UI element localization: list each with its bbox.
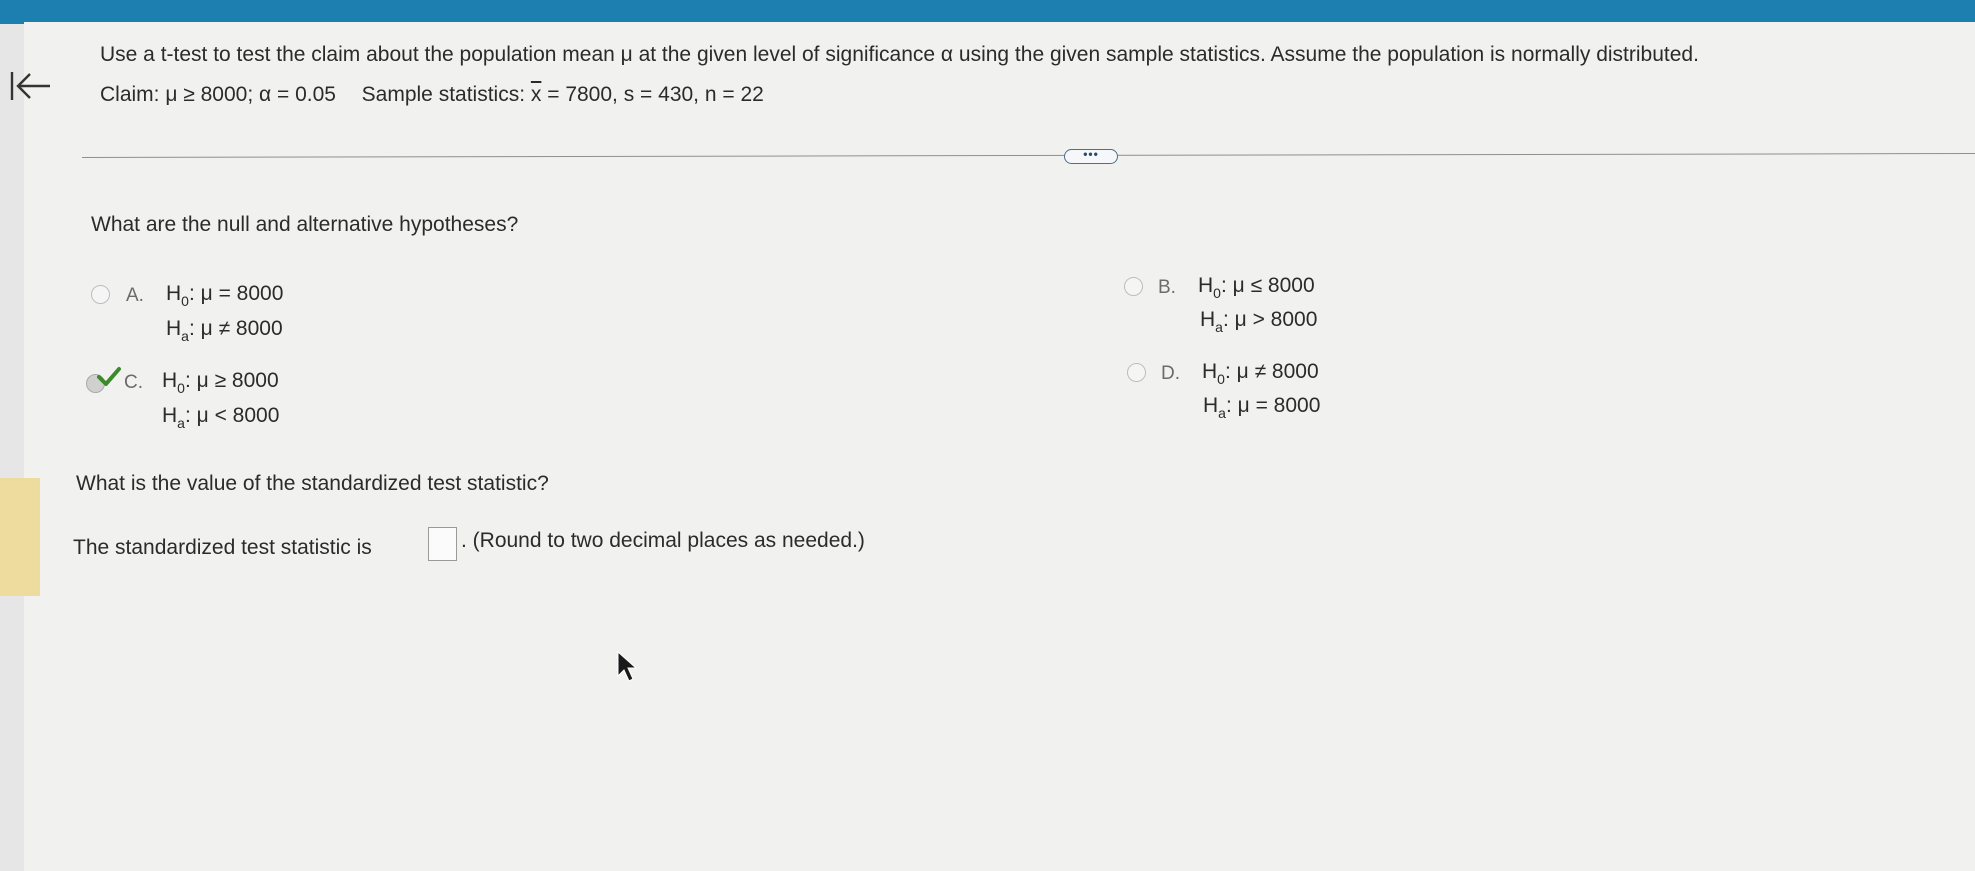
radio-option-b[interactable] [1124, 277, 1143, 296]
mouse-pointer-icon [617, 650, 638, 682]
option-d-null-hypothesis[interactable]: H0: μ ≠ 8000 [1202, 361, 1319, 386]
option-b-alt-hypothesis[interactable]: Ha: μ > 8000 [1200, 309, 1317, 334]
option-c-null-hypothesis[interactable]: H0: μ ≥ 8000 [162, 370, 279, 395]
radio-option-d[interactable] [1127, 363, 1146, 382]
option-a-alt-hypothesis[interactable]: Ha: μ ≠ 8000 [166, 318, 283, 343]
xbar-symbol: x [530, 83, 542, 106]
option-c-alt-hypothesis[interactable]: Ha: μ < 8000 [162, 405, 279, 430]
sample-statistics-label: Sample statistics: [361, 83, 531, 106]
question-panel [24, 22, 1975, 871]
question-instructions: Use a t-test to test the claim about the… [100, 43, 1699, 66]
checkmark-icon [97, 367, 121, 386]
answer-prefix: The standardized test statistic is [73, 536, 372, 559]
option-d-alt-hypothesis[interactable]: Ha: μ = 8000 [1203, 395, 1320, 420]
claim-text: Claim: μ ≥ 8000; α = 0.05 [100, 83, 336, 106]
test-statistic-input[interactable] [428, 527, 457, 561]
side-tab[interactable] [0, 478, 40, 596]
question-claim-line: Claim: μ ≥ 8000; α = 0.05 Sample statist… [100, 84, 764, 105]
option-b-null-hypothesis[interactable]: H0: μ ≤ 8000 [1198, 275, 1315, 300]
hypotheses-prompt: What are the null and alternative hypoth… [91, 213, 519, 236]
back-arrow-icon[interactable] [8, 64, 52, 108]
top-bar [0, 0, 1975, 24]
option-a-letter: A. [126, 285, 144, 306]
option-d-letter: D. [1161, 363, 1180, 384]
option-a-null-hypothesis[interactable]: H0: μ = 8000 [166, 283, 283, 308]
answer-rounding-note: . (Round to two decimal places as needed… [461, 529, 865, 552]
more-button[interactable]: ••• [1064, 146, 1118, 164]
ellipsis-icon: ••• [1083, 146, 1099, 161]
option-c-letter: C. [124, 372, 143, 393]
test-statistic-prompt: What is the value of the standardized te… [76, 472, 549, 495]
option-b-letter: B. [1158, 277, 1176, 298]
radio-option-a[interactable] [91, 285, 110, 304]
sample-statistics-values: = 7800, s = 430, n = 22 [541, 83, 764, 106]
